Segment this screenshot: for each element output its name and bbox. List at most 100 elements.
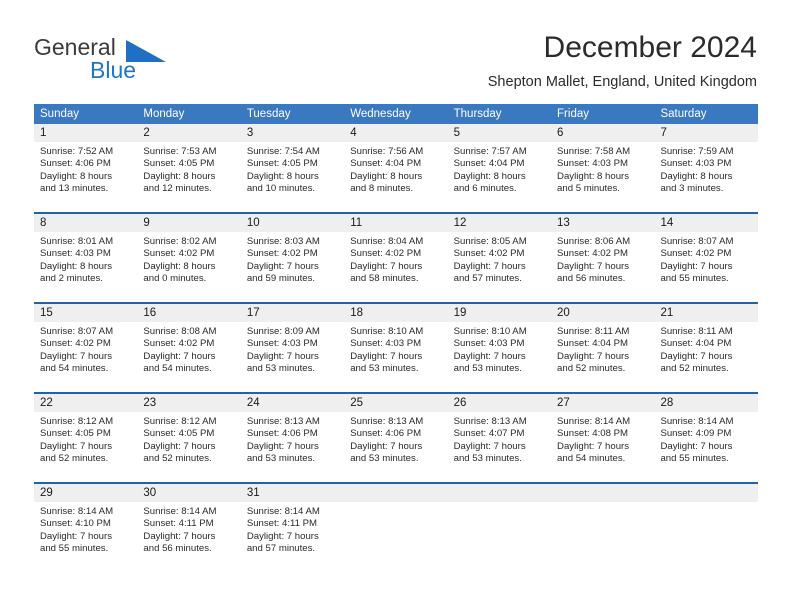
daylight-text-line1: Daylight: 8 hours xyxy=(143,170,216,182)
day-number[interactable]: 24 xyxy=(241,394,345,412)
day-cell[interactable]: Sunrise: 8:10 AM Sunset: 4:03 PM Dayligh… xyxy=(448,322,551,392)
week-detail-row: Sunrise: 8:14 AM Sunset: 4:10 PM Dayligh… xyxy=(34,502,758,572)
day-number[interactable]: 14 xyxy=(654,214,758,232)
day-cell[interactable]: Sunrise: 8:13 AM Sunset: 4:07 PM Dayligh… xyxy=(448,412,551,482)
day-cell[interactable]: Sunrise: 8:03 AM Sunset: 4:02 PM Dayligh… xyxy=(241,232,344,302)
day-cell[interactable]: Sunrise: 8:02 AM Sunset: 4:02 PM Dayligh… xyxy=(137,232,240,302)
calendar-week-row: 22 23 24 25 26 27 28 Sunrise: 8:12 AM Su… xyxy=(34,394,758,484)
day-cell[interactable]: Sunrise: 8:07 AM Sunset: 4:02 PM Dayligh… xyxy=(34,322,137,392)
day-cell[interactable]: Sunrise: 8:12 AM Sunset: 4:05 PM Dayligh… xyxy=(34,412,137,482)
day-number[interactable]: 26 xyxy=(448,394,552,412)
day-number[interactable]: 2 xyxy=(137,124,241,142)
day-cell[interactable]: Sunrise: 7:56 AM Sunset: 4:04 PM Dayligh… xyxy=(344,142,447,212)
day-cell[interactable]: Sunrise: 8:01 AM Sunset: 4:03 PM Dayligh… xyxy=(34,232,137,302)
day-number[interactable]: 8 xyxy=(34,214,138,232)
day-number[interactable]: 11 xyxy=(344,214,448,232)
sunrise-text: Sunrise: 8:10 AM xyxy=(350,326,424,337)
calendar-week-row: 1 2 3 4 5 6 7 Sunrise: 7:52 AM Sunset: 4… xyxy=(34,124,758,214)
day-cell[interactable]: Sunrise: 8:14 AM Sunset: 4:11 PM Dayligh… xyxy=(241,502,344,572)
day-cell[interactable]: Sunrise: 8:14 AM Sunset: 4:11 PM Dayligh… xyxy=(137,502,240,572)
daylight-text-line2: and 53 minutes. xyxy=(246,453,316,465)
sunrise-text: Sunrise: 7:57 AM xyxy=(453,146,527,157)
sunrise-text: Sunrise: 8:04 AM xyxy=(350,236,424,247)
day-number[interactable]: 5 xyxy=(448,124,552,142)
day-number-empty xyxy=(654,484,758,502)
day-number[interactable]: 23 xyxy=(137,394,241,412)
daylight-text-line2: and 53 minutes. xyxy=(453,363,522,375)
daylight-text-line1: Daylight: 8 hours xyxy=(246,170,319,182)
day-cell[interactable]: Sunrise: 8:14 AM Sunset: 4:10 PM Dayligh… xyxy=(34,502,137,572)
day-number[interactable]: 6 xyxy=(551,124,655,142)
day-number[interactable]: 17 xyxy=(241,304,345,322)
daylight-text-line1: Daylight: 7 hours xyxy=(557,260,630,272)
day-number[interactable]: 28 xyxy=(654,394,758,412)
day-number[interactable]: 1 xyxy=(34,124,138,142)
day-cell[interactable]: Sunrise: 7:53 AM Sunset: 4:05 PM Dayligh… xyxy=(137,142,240,212)
day-number[interactable]: 18 xyxy=(344,304,448,322)
day-number[interactable]: 10 xyxy=(241,214,345,232)
page-header: General Blue December 2024 Shepton Malle… xyxy=(0,0,792,100)
day-cell[interactable]: Sunrise: 8:06 AM Sunset: 4:02 PM Dayligh… xyxy=(551,232,654,302)
sunset-text: Sunset: 4:04 PM xyxy=(557,338,628,350)
day-cell[interactable]: Sunrise: 8:10 AM Sunset: 4:03 PM Dayligh… xyxy=(344,322,447,392)
day-cell[interactable]: Sunrise: 8:08 AM Sunset: 4:02 PM Dayligh… xyxy=(137,322,240,392)
weekday-header-row: Sunday Monday Tuesday Wednesday Thursday… xyxy=(34,104,758,124)
daylight-text-line2: and 58 minutes. xyxy=(350,273,419,285)
day-number[interactable]: 25 xyxy=(344,394,448,412)
calendar-grid: Sunday Monday Tuesday Wednesday Thursday… xyxy=(34,104,758,572)
day-cell[interactable]: Sunrise: 8:12 AM Sunset: 4:05 PM Dayligh… xyxy=(137,412,240,482)
weekday-sunday: Sunday xyxy=(40,108,80,120)
daylight-text-line1: Daylight: 8 hours xyxy=(40,260,112,272)
sunset-text: Sunset: 4:02 PM xyxy=(557,248,628,260)
day-cell[interactable]: Sunrise: 8:11 AM Sunset: 4:04 PM Dayligh… xyxy=(551,322,654,392)
daylight-text-line1: Daylight: 7 hours xyxy=(350,350,423,362)
day-number[interactable]: 4 xyxy=(344,124,448,142)
day-cell[interactable]: Sunrise: 8:13 AM Sunset: 4:06 PM Dayligh… xyxy=(344,412,447,482)
sunset-text: Sunset: 4:06 PM xyxy=(40,158,111,170)
daylight-text-line1: Daylight: 7 hours xyxy=(246,530,319,542)
day-number[interactable]: 20 xyxy=(551,304,655,322)
day-cell[interactable]: Sunrise: 8:13 AM Sunset: 4:06 PM Dayligh… xyxy=(241,412,344,482)
daylight-text-line2: and 57 minutes. xyxy=(246,543,316,555)
day-cell[interactable]: Sunrise: 7:57 AM Sunset: 4:04 PM Dayligh… xyxy=(448,142,551,212)
day-number[interactable]: 15 xyxy=(34,304,138,322)
day-number[interactable]: 9 xyxy=(137,214,241,232)
day-cell[interactable]: Sunrise: 8:07 AM Sunset: 4:02 PM Dayligh… xyxy=(654,232,757,302)
day-number[interactable]: 27 xyxy=(551,394,655,412)
day-cell[interactable]: Sunrise: 7:58 AM Sunset: 4:03 PM Dayligh… xyxy=(551,142,654,212)
page-title: December 2024 xyxy=(543,31,757,64)
day-cell[interactable]: Sunrise: 8:05 AM Sunset: 4:02 PM Dayligh… xyxy=(448,232,551,302)
daylight-text-line2: and 55 minutes. xyxy=(40,543,109,555)
day-number[interactable]: 16 xyxy=(137,304,241,322)
week-detail-row: Sunrise: 8:12 AM Sunset: 4:05 PM Dayligh… xyxy=(34,412,758,482)
day-cell[interactable]: Sunrise: 7:54 AM Sunset: 4:05 PM Dayligh… xyxy=(241,142,344,212)
day-cell[interactable]: Sunrise: 8:04 AM Sunset: 4:02 PM Dayligh… xyxy=(344,232,447,302)
day-number-empty xyxy=(551,484,655,502)
day-cell[interactable]: Sunrise: 8:11 AM Sunset: 4:04 PM Dayligh… xyxy=(654,322,757,392)
day-cell[interactable]: Sunrise: 8:14 AM Sunset: 4:09 PM Dayligh… xyxy=(654,412,757,482)
day-number[interactable]: 21 xyxy=(654,304,758,322)
title-block: December 2024 Shepton Mallet, England, U… xyxy=(488,30,757,92)
day-number[interactable]: 12 xyxy=(448,214,552,232)
day-number[interactable]: 22 xyxy=(34,394,138,412)
day-cell[interactable]: Sunrise: 7:59 AM Sunset: 4:03 PM Dayligh… xyxy=(654,142,757,212)
day-number[interactable]: 7 xyxy=(654,124,758,142)
daylight-text-line2: and 2 minutes. xyxy=(40,273,103,285)
day-number[interactable]: 29 xyxy=(34,484,138,502)
day-number[interactable]: 13 xyxy=(551,214,655,232)
daylight-text-line2: and 52 minutes. xyxy=(143,453,212,465)
day-number[interactable]: 3 xyxy=(241,124,345,142)
day-number[interactable]: 31 xyxy=(241,484,345,502)
day-cell[interactable]: Sunrise: 7:52 AM Sunset: 4:06 PM Dayligh… xyxy=(34,142,137,212)
sunset-text: Sunset: 4:03 PM xyxy=(246,338,318,350)
day-number[interactable]: 19 xyxy=(448,304,552,322)
weekday-thursday: Thursday xyxy=(453,108,502,120)
day-cell[interactable]: Sunrise: 8:09 AM Sunset: 4:03 PM Dayligh… xyxy=(241,322,344,392)
day-cell[interactable]: Sunrise: 8:14 AM Sunset: 4:08 PM Dayligh… xyxy=(551,412,654,482)
daylight-text-line2: and 59 minutes. xyxy=(246,273,316,285)
day-number[interactable]: 30 xyxy=(137,484,241,502)
weekday-saturday: Saturday xyxy=(660,108,707,120)
daylight-text-line2: and 13 minutes. xyxy=(40,183,109,195)
sunset-text: Sunset: 4:02 PM xyxy=(660,248,732,260)
sunset-text: Sunset: 4:05 PM xyxy=(143,158,215,170)
